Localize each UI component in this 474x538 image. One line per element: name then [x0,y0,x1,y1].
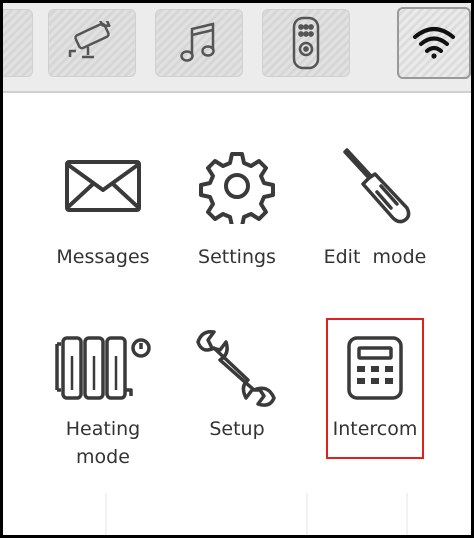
tab-remote[interactable] [262,9,350,77]
top-tab-bar [3,3,471,93]
menu-grid: Messages Settings Edit mode Heating mode… [3,91,471,535]
tile-label-line2: mode [76,446,130,468]
intercom-highlight-box [326,318,424,459]
background-grid-lines [105,493,408,535]
tile-edit-mode[interactable]: Edit mode [309,131,441,281]
tab-music[interactable] [155,9,243,77]
tile-label: Messages [56,246,150,268]
tab-wifi[interactable] [397,7,471,79]
tab-partial-left[interactable] [3,9,33,77]
tile-messages[interactable]: Messages [37,131,169,281]
tile-label: Settings [198,246,276,268]
tile-setup[interactable]: Setup [171,313,303,473]
tile-heating-mode[interactable]: Heating mode [37,313,169,473]
tile-label: Edit mode [323,246,427,268]
tile-label: Setup [209,418,265,440]
tile-label-line1: Heating [65,418,141,440]
app-window: Messages Settings Edit mode Heating mode… [0,0,474,538]
tab-camera[interactable] [48,9,136,77]
tile-settings[interactable]: Settings [171,131,303,281]
